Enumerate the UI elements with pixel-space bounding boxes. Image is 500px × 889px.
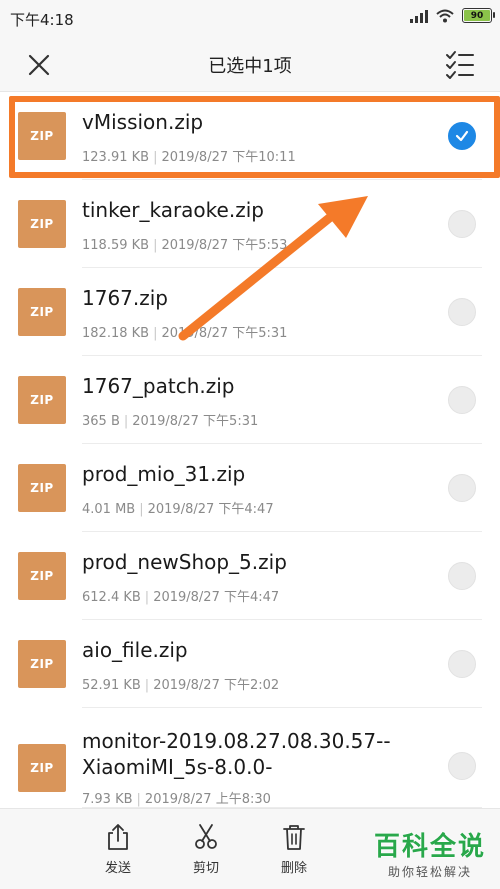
file-item[interactable]: ZIP 1767_patch.zip 365 B | 2019/8/27 下午5:3… [0, 356, 500, 444]
file-item[interactable]: ZIP vMission.zip 123.91 KB | 2019/8/27 下午1… [0, 92, 500, 180]
file-meta: 123.91 KB | 2019/8/27 下午10:11 [82, 150, 296, 165]
send-button[interactable]: 发送 [88, 823, 148, 876]
file-item[interactable]: ZIP monitor-2019.08.27.08.30.57--XiaomiM… [0, 708, 500, 808]
wifi-icon [436, 9, 454, 23]
file-name: aio_file.zip [82, 638, 188, 662]
file-meta: 612.4 KB | 2019/8/27 下午4:47 [82, 590, 280, 605]
file-size: 182.18 KB [82, 326, 150, 341]
file-date: 2019/8/27 下午5:31 [132, 414, 259, 429]
file-item[interactable]: ZIP aio_file.zip 52.91 KB | 2019/8/27 下午2:… [0, 620, 500, 708]
watermark-title: 百科全说 [373, 832, 486, 862]
file-date: 2019/8/27 下午2:02 [153, 678, 280, 693]
zip-file-icon: ZIP [18, 464, 66, 512]
file-name: prod_newShop_5.zip [82, 550, 287, 574]
title-bar: 已选中1项 [0, 36, 500, 92]
cut-label: 剪切 [192, 861, 219, 876]
check-icon [455, 130, 469, 142]
selection-checkbox[interactable] [448, 386, 476, 414]
selection-checkbox[interactable] [448, 210, 476, 238]
selection-checkbox[interactable] [448, 298, 476, 326]
selection-checkbox[interactable] [448, 122, 476, 150]
file-item[interactable]: ZIP 1767.zip 182.18 KB | 2019/8/27 下午5:31 [0, 268, 500, 356]
file-size: 7.93 KB [82, 792, 133, 807]
watermark-subtitle: 助你轻松解决 [387, 865, 472, 879]
zip-file-icon: ZIP [18, 552, 66, 600]
share-icon [108, 824, 128, 850]
zip-file-icon: ZIP [18, 112, 66, 160]
battery-icon: 90 [462, 8, 495, 23]
file-meta: 365 B | 2019/8/27 下午5:31 [82, 414, 259, 429]
status-icons: 90 [410, 8, 495, 23]
file-date: 2019/8/27 下午4:47 [153, 590, 280, 605]
file-date: 2019/8/27 下午4:47 [147, 502, 274, 517]
status-bar: 下午4:18 90 [0, 0, 500, 36]
file-item[interactable]: ZIP tinker_karaoke.zip 118.59 KB | 2019/8/… [0, 180, 500, 268]
signal-icon [410, 9, 428, 23]
zip-file-icon: ZIP [18, 376, 66, 424]
file-date: 2019/8/27 下午5:31 [161, 326, 288, 341]
file-meta: 118.59 KB | 2019/8/27 下午5:53 [82, 238, 288, 253]
selection-checkbox[interactable] [448, 562, 476, 590]
file-meta: 7.93 KB | 2019/8/27 上午8:30 [82, 792, 271, 807]
file-item[interactable]: ZIP prod_newShop_5.zip 612.4 KB | 2019/8/2… [0, 532, 500, 620]
page-title: 已选中1项 [208, 56, 292, 77]
file-meta: 52.91 KB | 2019/8/27 下午2:02 [82, 678, 280, 693]
send-label: 发送 [104, 861, 131, 876]
cut-button[interactable]: 剪切 [176, 823, 236, 876]
file-size: 52.91 KB [82, 678, 141, 693]
zip-file-icon: ZIP [18, 288, 66, 336]
status-time: 下午4:18 [10, 11, 74, 29]
selection-checkbox[interactable] [448, 474, 476, 502]
file-name: vMission.zip [82, 110, 204, 134]
file-size: 118.59 KB [82, 238, 150, 253]
file-list: ZIP vMission.zip 123.91 KB | 2019/8/27 下午1… [0, 92, 500, 808]
file-name: 1767.zip [82, 286, 169, 310]
checklist-icon [446, 51, 474, 79]
file-name: monitor-2019.08.27.08.30.57--XiaomiMI_5s… [82, 729, 391, 779]
file-name: prod_mio_31.zip [82, 462, 246, 486]
select-all-button[interactable] [444, 48, 476, 80]
file-meta: 182.18 KB | 2019/8/27 下午5:31 [82, 326, 288, 341]
file-date: 2019/8/27 下午5:53 [161, 238, 288, 253]
delete-button[interactable]: 删除 [264, 823, 324, 876]
delete-label: 删除 [280, 861, 307, 876]
file-name: 1767_patch.zip [82, 374, 235, 398]
file-name: tinker_karaoke.zip [82, 198, 264, 222]
selection-checkbox[interactable] [448, 650, 476, 678]
battery-level: 90 [464, 10, 490, 21]
file-item[interactable]: ZIP prod_mio_31.zip 4.01 MB | 2019/8/27 下午… [0, 444, 500, 532]
file-size: 123.91 KB [82, 150, 150, 165]
trash-icon [283, 825, 305, 850]
file-date: 2019/8/27 上午8:30 [144, 792, 271, 807]
scissors-icon [195, 824, 217, 849]
file-meta: 4.01 MB | 2019/8/27 下午4:47 [82, 502, 274, 517]
selection-checkbox[interactable] [448, 752, 476, 780]
file-size: 612.4 KB [82, 590, 141, 605]
watermark: 百科全说 助你轻松解决 [374, 826, 486, 880]
file-size: 365 B [82, 414, 120, 429]
zip-file-icon: ZIP [18, 744, 66, 792]
file-size: 4.01 MB [82, 502, 136, 517]
zip-file-icon: ZIP [18, 200, 66, 248]
file-date: 2019/8/27 下午10:11 [161, 150, 296, 165]
zip-file-icon: ZIP [18, 640, 66, 688]
